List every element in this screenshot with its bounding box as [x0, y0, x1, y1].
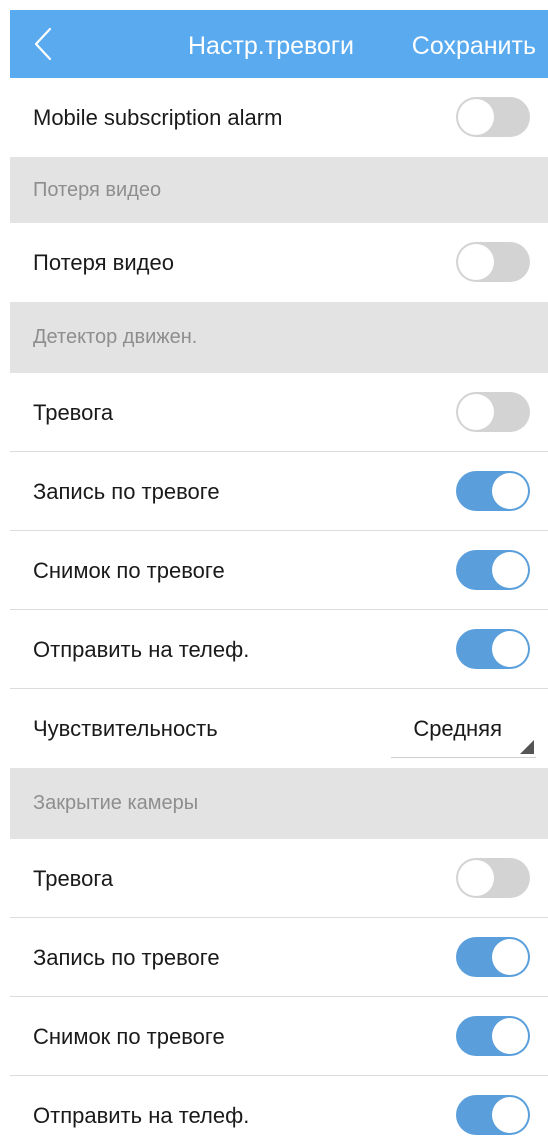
row-label: Запись по тревоге — [33, 479, 220, 504]
row-label: Mobile subscription alarm — [33, 105, 283, 130]
motion-push-toggle[interactable] — [456, 629, 530, 669]
sensitivity-value: Средняя — [413, 716, 502, 741]
toggle-knob — [458, 860, 494, 896]
header-bar: Настр.тревоги Сохранить — [10, 10, 548, 78]
row-label: Тревога — [33, 400, 114, 425]
alarm-settings-screen: Настр.тревоги Сохранить Mobile subscript… — [10, 10, 548, 1140]
section-label: Детектор движен. — [33, 326, 198, 348]
row-label: Отправить на телеф. — [33, 1103, 250, 1128]
motion-alarm-toggle[interactable] — [456, 392, 530, 432]
save-button[interactable]: Сохранить — [412, 10, 536, 78]
toggle-knob — [492, 1097, 528, 1133]
tamper-push-toggle[interactable] — [456, 1095, 530, 1135]
settings-row-motion-record: Запись по тревоге — [10, 452, 548, 531]
section-header-video-loss: Потеря видео — [10, 157, 548, 223]
tamper-record-toggle[interactable] — [456, 937, 530, 977]
row-label: Чувствительность — [33, 716, 218, 741]
row-label: Снимок по тревоге — [33, 1024, 225, 1049]
back-button[interactable] — [28, 24, 58, 64]
settings-row-video-loss: Потеря видео — [10, 223, 548, 302]
tamper-alarm-toggle[interactable] — [456, 858, 530, 898]
toggle-knob — [458, 99, 494, 135]
section-header-camera-tamper: Закрытие камеры — [10, 768, 548, 839]
settings-row-tamper-alarm: Тревога — [10, 839, 548, 918]
toggle-knob — [492, 552, 528, 588]
toggle-knob — [492, 631, 528, 667]
settings-row-sensitivity: Чувствительность Средняя — [10, 689, 548, 768]
section-header-motion-detection: Детектор движен. — [10, 302, 548, 373]
mobile-subscription-toggle[interactable] — [456, 97, 530, 137]
row-label: Запись по тревоге — [33, 945, 220, 970]
section-label: Закрытие камеры — [33, 792, 199, 814]
toggle-knob — [458, 394, 494, 430]
sensitivity-dropdown[interactable]: Средняя — [391, 707, 536, 758]
row-label: Потеря видео — [33, 250, 174, 275]
row-label: Тревога — [33, 866, 114, 891]
motion-record-toggle[interactable] — [456, 471, 530, 511]
video-loss-toggle[interactable] — [456, 242, 530, 282]
settings-row-tamper-snapshot: Снимок по тревоге — [10, 997, 548, 1076]
tamper-snapshot-toggle[interactable] — [456, 1016, 530, 1056]
dropdown-corner-icon — [520, 740, 534, 754]
settings-list: Mobile subscription alarm Потеря видео П… — [10, 78, 548, 1140]
toggle-knob — [492, 939, 528, 975]
row-label: Снимок по тревоге — [33, 558, 225, 583]
section-label: Потеря видео — [33, 179, 162, 201]
row-label: Отправить на телеф. — [33, 637, 250, 662]
toggle-knob — [492, 473, 528, 509]
chevron-left-icon — [34, 27, 52, 61]
motion-snapshot-toggle[interactable] — [456, 550, 530, 590]
settings-row-tamper-push: Отправить на телеф. — [10, 1076, 548, 1140]
settings-row-mobile-subscription: Mobile subscription alarm — [10, 78, 548, 157]
toggle-knob — [458, 244, 494, 280]
settings-row-motion-snapshot: Снимок по тревоге — [10, 531, 548, 610]
page-title: Настр.тревоги — [188, 32, 355, 60]
toggle-knob — [492, 1018, 528, 1054]
settings-row-motion-alarm: Тревога — [10, 373, 548, 452]
settings-row-motion-push: Отправить на телеф. — [10, 610, 548, 689]
settings-row-tamper-record: Запись по тревоге — [10, 918, 548, 997]
